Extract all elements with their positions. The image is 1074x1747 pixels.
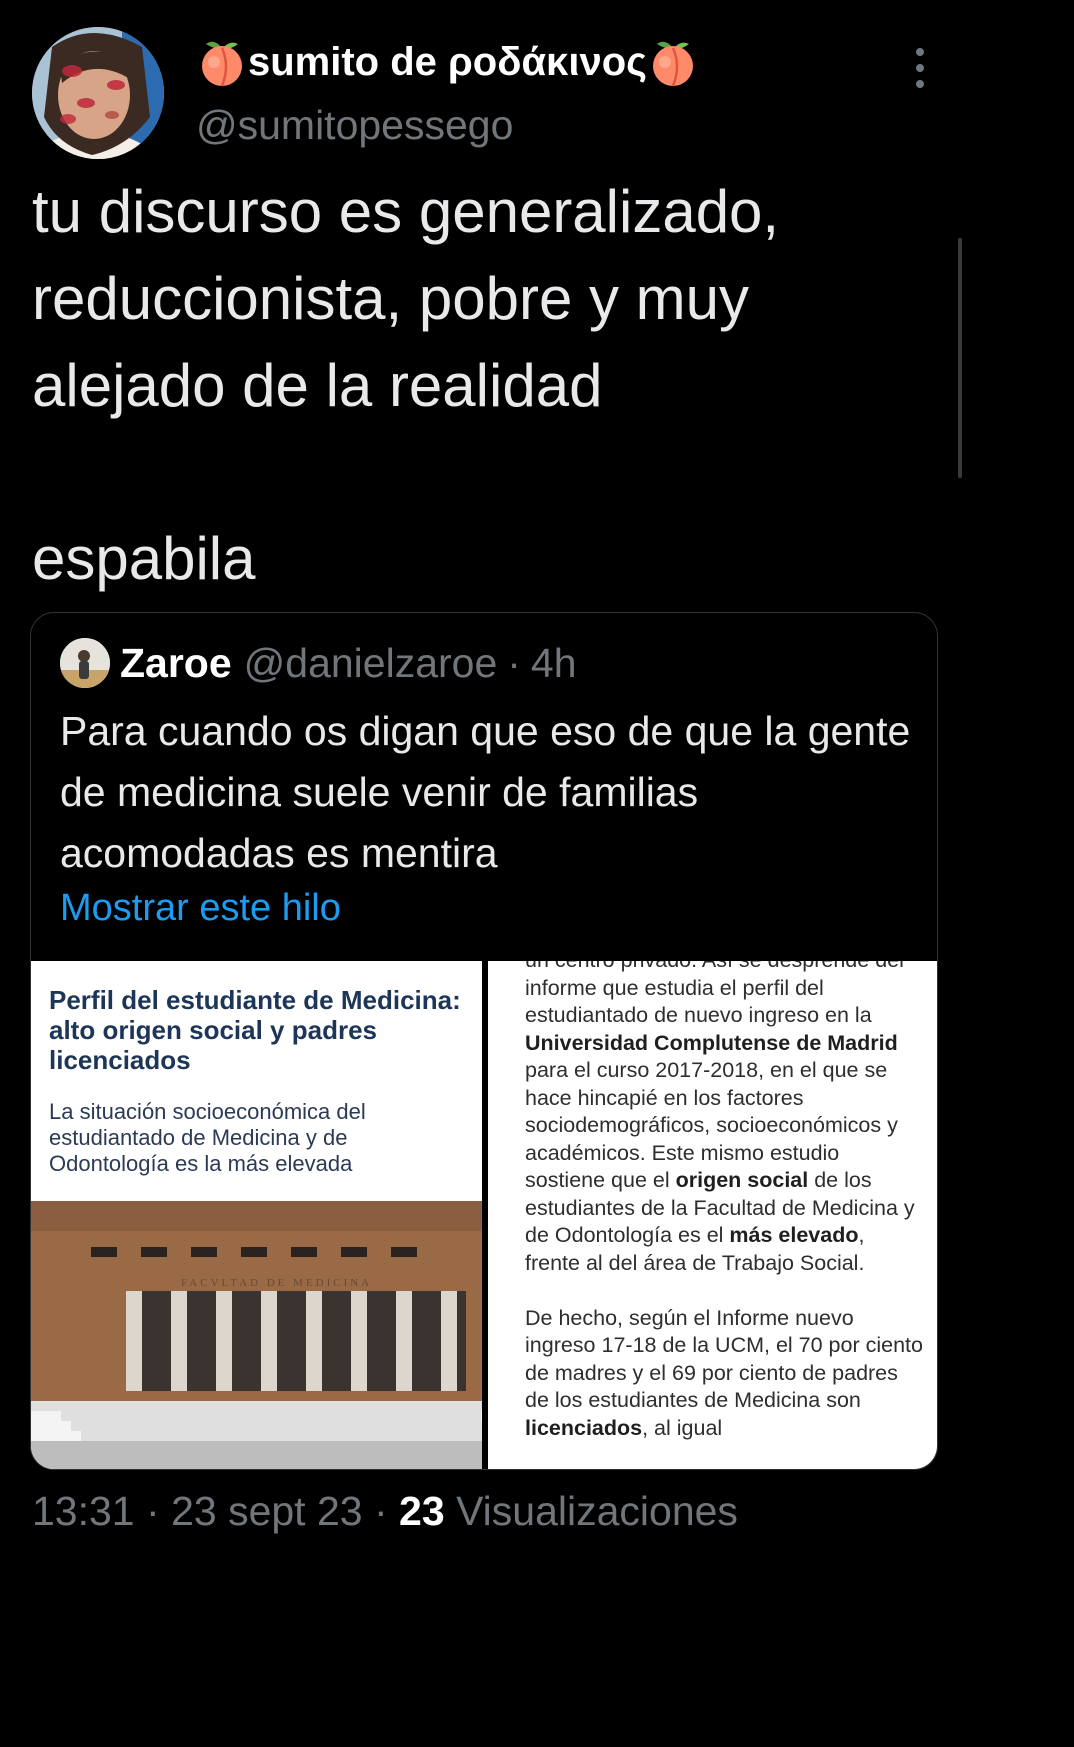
author-avatar[interactable] [32, 27, 164, 159]
article-subtitle: La situación socioeconómica del estudian… [49, 1099, 366, 1176]
quoted-avatar[interactable] [60, 638, 110, 688]
avatar-photo [32, 27, 164, 159]
tweet-line: alejado de la realidad [32, 352, 603, 419]
tweet-line-extra: espabila [32, 525, 256, 592]
author-handle[interactable]: @sumitopessego [196, 102, 513, 149]
excerpt-paragraph-2: De hecho, según el Informe nuevo ingreso… [525, 1305, 923, 1440]
peach-icon [202, 41, 242, 87]
meta-separator: · [146, 1488, 160, 1534]
tweet-line: reduccionista, pobre y muy [32, 265, 750, 332]
quoted-avatar-photo [60, 638, 110, 688]
quoted-separator: · [507, 639, 521, 686]
media-image-left[interactable]: Perfil del estudiante de Medicina: alto … [31, 961, 482, 1469]
quoted-media: Perfil del estudiante de Medicina: alto … [31, 961, 937, 1469]
scrollbar[interactable] [958, 238, 962, 478]
media-image-right[interactable]: un centro privado. Así se desprende del … [488, 961, 937, 1469]
quoted-tweet[interactable]: Zaroe @danielzaroe · 4h Para cuando os d… [30, 612, 938, 1470]
article-title: Perfil del estudiante de Medicina: alto … [49, 985, 461, 1075]
quoted-header: Zaroe @danielzaroe · 4h [60, 635, 577, 691]
quoted-text: Para cuando os digan que eso de que la g… [60, 708, 911, 876]
peach-icon [652, 41, 693, 87]
views-label: Visualizaciones [456, 1488, 738, 1534]
tweet-line: tu discurso es generalizado, [32, 178, 780, 245]
faculty-building-photo: FACVLTAD DE MEDICINA [31, 1201, 482, 1469]
quoted-display-name[interactable]: Zaroe [120, 640, 232, 687]
excerpt-paragraph-1: un centro privado. Así se desprende del … [525, 961, 915, 1275]
author-name-text: sumito de ροδάκινος [248, 39, 647, 84]
tweet-meta: 13:31 · 23 sept 23 · 23 Visualizaciones [32, 1488, 738, 1535]
quoted-handle[interactable]: @danielzaroe [244, 640, 498, 687]
tweet-date[interactable]: 23 sept 23 [171, 1488, 363, 1534]
meta-separator: · [373, 1488, 388, 1534]
views-count[interactable]: 23 [399, 1488, 445, 1534]
more-options-icon[interactable] [905, 48, 935, 88]
tweet-time[interactable]: 13:31 [32, 1488, 135, 1534]
show-thread-link[interactable]: Mostrar este hilo [60, 887, 341, 930]
article-excerpt: un centro privado. Así se desprende del … [525, 961, 925, 1469]
building-inscription: FACVLTAD DE MEDICINA [181, 1277, 372, 1289]
tweet-body: tu discurso es generalizado, reduccionis… [32, 168, 932, 429]
author-display-name[interactable]: sumito de ροδάκινος [196, 36, 699, 88]
quoted-time[interactable]: 4h [531, 640, 577, 687]
